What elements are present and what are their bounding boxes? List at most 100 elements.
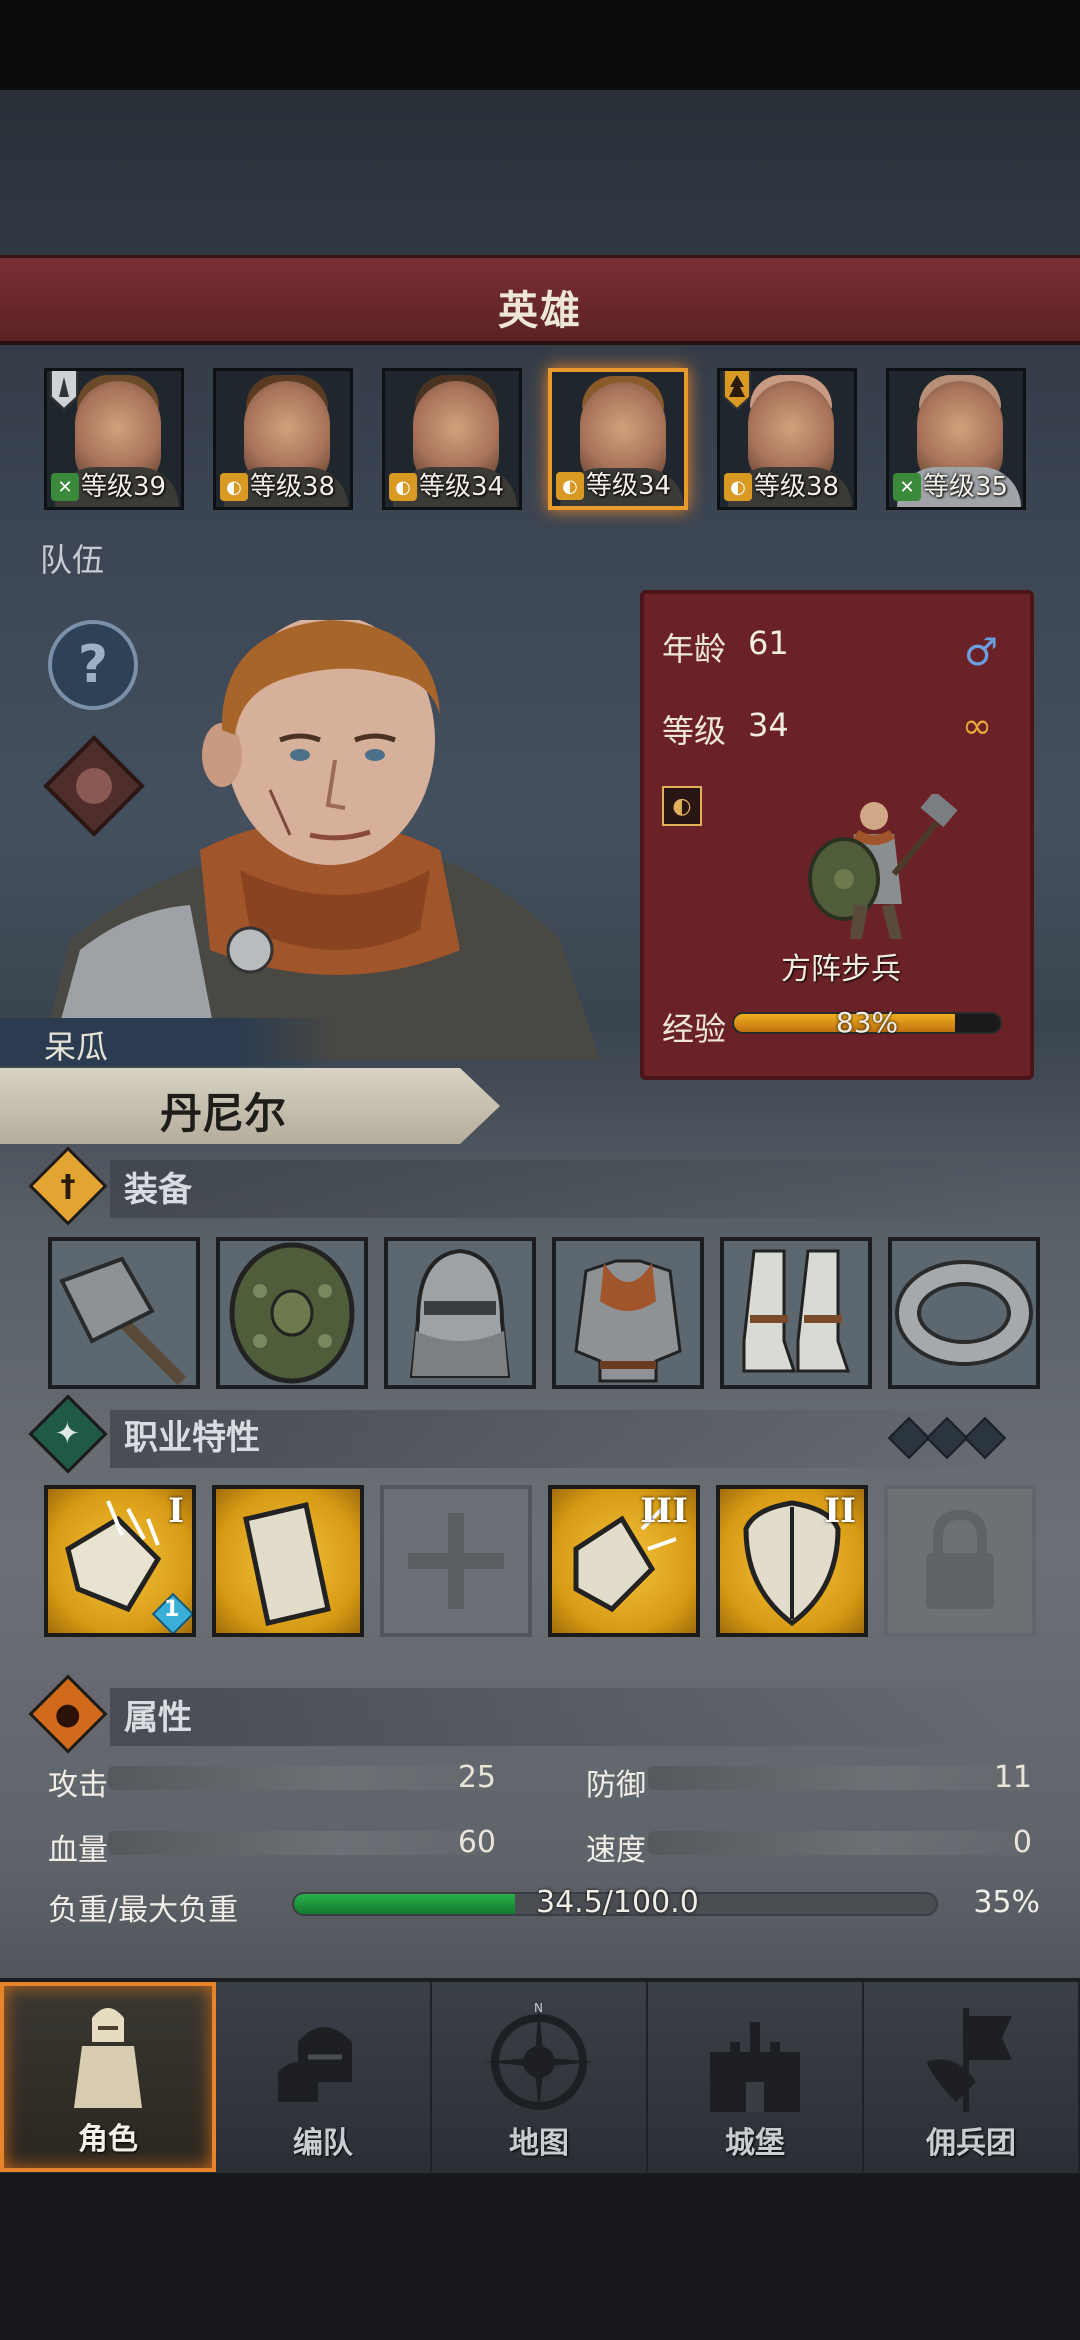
hero-level: 等级38 bbox=[754, 472, 840, 502]
trait-point-icon bbox=[963, 1416, 1007, 1460]
soldier-class-icon bbox=[808, 794, 958, 939]
shield-icon bbox=[229, 1242, 355, 1384]
attack-bar bbox=[108, 1766, 488, 1790]
hp-bar bbox=[108, 1831, 488, 1855]
hero-card[interactable]: ✕ 等级35 bbox=[886, 368, 1026, 510]
helmet-icon bbox=[409, 1248, 511, 1378]
class-badge-icon: ◐ bbox=[724, 473, 752, 501]
hero-stats-card: 年龄 61 ♂ 等级 34 ∞ ◐ 方阵步兵 经验 83% bbox=[640, 590, 1034, 1080]
speed-label: 速度 bbox=[586, 1833, 646, 1868]
knight-icon bbox=[53, 1998, 163, 2108]
trait-points bbox=[887, 1416, 1007, 1460]
traits-section-header: ✦ 职业特性 bbox=[28, 1394, 260, 1474]
exp-label: 经验 bbox=[662, 1010, 727, 1048]
help-button[interactable]: ? bbox=[48, 620, 138, 710]
nav-character[interactable]: 角色 bbox=[0, 1982, 216, 2172]
ring-icon bbox=[895, 1260, 1033, 1366]
nav-label: 编队 bbox=[293, 2126, 353, 2161]
star-icon: ✦ bbox=[28, 1394, 108, 1474]
tree-banner-icon bbox=[723, 371, 751, 411]
defense-label: 防御 bbox=[586, 1768, 646, 1803]
nav-label: 佣兵团 bbox=[926, 2126, 1016, 2161]
equipment-title: 装备 bbox=[124, 1169, 192, 1210]
hammer-icon bbox=[59, 1256, 187, 1385]
person-icon: ● bbox=[28, 1674, 108, 1754]
armor-icon bbox=[574, 1259, 682, 1383]
hero-level: 等级34 bbox=[419, 472, 505, 502]
hero-level: 等级35 bbox=[923, 472, 1009, 502]
skill-slot[interactable]: I 1 bbox=[44, 1485, 196, 1637]
trait-point-icon bbox=[887, 1416, 931, 1460]
skill-rank: III bbox=[640, 1491, 688, 1531]
class-badge-icon: ✕ bbox=[51, 473, 79, 501]
system-bottom-area bbox=[0, 2170, 1080, 2340]
equip-slot-armor[interactable] bbox=[552, 1237, 704, 1389]
equip-slot-ring[interactable] bbox=[888, 1237, 1040, 1389]
nav-label: 角色 bbox=[78, 2122, 138, 2157]
hero-card-selected[interactable]: ◐ 等级34 bbox=[548, 368, 688, 510]
skill-slot[interactable] bbox=[212, 1485, 364, 1637]
skill-rank: II bbox=[824, 1491, 856, 1531]
load-percent: 35% bbox=[973, 1885, 1040, 1920]
nav-label: 城堡 bbox=[725, 2126, 785, 2161]
defense-value: 11 bbox=[993, 1760, 1032, 1795]
attributes-section-header: ● 属性 bbox=[28, 1674, 192, 1754]
nav-label: 地图 bbox=[509, 2126, 569, 2161]
marriage-rings-icon[interactable]: ∞ bbox=[962, 706, 992, 747]
gem-count: 1 bbox=[164, 1597, 180, 1622]
hp-label: 血量 bbox=[48, 1833, 108, 1868]
nav-mercenaries[interactable]: 佣兵团 bbox=[864, 1982, 1080, 2172]
dagger-icon: † bbox=[28, 1146, 108, 1226]
skill-slot[interactable]: III bbox=[548, 1485, 700, 1637]
equip-slot-shield[interactable] bbox=[216, 1237, 368, 1389]
class-badge-icon: ◐ bbox=[389, 473, 417, 501]
equip-slot-weapon[interactable] bbox=[48, 1237, 200, 1389]
bottom-navigation: 角色 编队 N 地图 城堡 佣兵团 bbox=[0, 1978, 1080, 2173]
class-badge-icon: ◐ bbox=[556, 472, 584, 500]
castle-icon bbox=[700, 2002, 810, 2112]
page-header: 英雄 bbox=[0, 255, 1080, 345]
hero-nickname[interactable]: 呆瓜 bbox=[44, 1022, 108, 1068]
skill-slot[interactable]: II bbox=[716, 1485, 868, 1637]
load-label: 负重/最大负重 bbox=[48, 1893, 239, 1928]
traits-title: 职业特性 bbox=[124, 1417, 260, 1458]
skill-slot-empty[interactable] bbox=[380, 1485, 532, 1637]
skill-slot-locked[interactable] bbox=[884, 1485, 1036, 1637]
skill-rank: I bbox=[168, 1491, 184, 1531]
level-value: 34 bbox=[748, 706, 789, 744]
class-badge-icon: ◐ bbox=[220, 473, 248, 501]
question-icon: ? bbox=[77, 635, 109, 695]
equipment-section-header: † 装备 bbox=[28, 1146, 192, 1226]
hero-level: 等级38 bbox=[250, 472, 336, 502]
hero-card[interactable]: ✕ 等级39 bbox=[44, 368, 184, 510]
class-badge-icon: ✕ bbox=[893, 473, 921, 501]
age-value: 61 bbox=[748, 624, 789, 662]
male-gender-icon: ♂ bbox=[964, 630, 999, 674]
hero-level: 等级34 bbox=[586, 471, 672, 501]
hero-card[interactable]: ◐ 等级34 bbox=[382, 368, 522, 510]
nav-castle[interactable]: 城堡 bbox=[648, 1982, 864, 2172]
boots-icon bbox=[742, 1249, 851, 1373]
hero-name[interactable]: 丹尼尔 bbox=[160, 1080, 286, 1141]
team-label: 队伍 bbox=[40, 541, 105, 579]
banner-flag-icon bbox=[50, 371, 78, 411]
class-name: 方阵步兵 bbox=[781, 952, 901, 987]
status-bar-area bbox=[0, 0, 1080, 90]
equip-slot-helmet[interactable] bbox=[384, 1237, 536, 1389]
hero-card[interactable]: ◐ 等级38 bbox=[213, 368, 353, 510]
person-icon bbox=[76, 768, 112, 804]
lock-icon bbox=[926, 1509, 994, 1609]
equip-slot-boots[interactable] bbox=[720, 1237, 872, 1389]
banner-icon bbox=[916, 2002, 1026, 2112]
level-label: 等级 bbox=[662, 712, 727, 750]
page-title: 英雄 bbox=[498, 288, 582, 334]
svg-text:N: N bbox=[534, 2002, 543, 2015]
trait-point-icon bbox=[925, 1416, 969, 1460]
nav-formation[interactable]: 编队 bbox=[216, 1982, 432, 2172]
class-shield-icon: ◐ bbox=[662, 786, 702, 826]
helmet-group-icon bbox=[268, 2002, 378, 2112]
defense-bar bbox=[648, 1766, 1028, 1790]
hero-card[interactable]: ◐ 等级38 bbox=[717, 368, 857, 510]
nav-map[interactable]: N 地图 bbox=[432, 1982, 648, 2172]
cross-icon bbox=[408, 1513, 504, 1609]
